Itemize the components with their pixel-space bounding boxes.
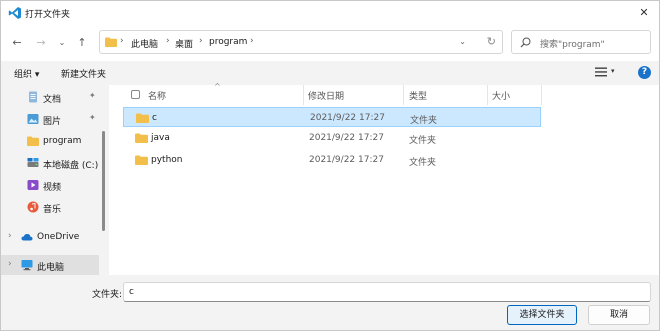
search-box[interactable]: 搜索"program" [511,30,651,54]
chevron-right-icon[interactable]: › [8,259,12,269]
breadcrumb-separator: › [250,36,254,46]
sidebar-item-program[interactable]: program [1,131,99,151]
column-divider[interactable] [487,85,488,105]
sidebar-scrollbar[interactable] [102,131,105,231]
music-icon [27,201,39,213]
back-button[interactable]: ← [9,35,25,51]
folder-label: 文件夹: [92,290,123,300]
column-header-type[interactable]: 类型 [409,89,427,102]
table-row[interactable]: java 2021/9/22 17:27 文件夹 [123,128,541,148]
breadcrumb-program[interactable]: program [209,37,247,47]
column-divider[interactable] [403,85,404,105]
computer-icon [21,260,33,271]
breadcrumb-separator: › [166,36,170,46]
list-view-icon[interactable] [595,67,607,77]
new-folder-button[interactable]: 新建文件夹 [61,67,106,80]
image-icon [27,114,39,124]
view-options-dropdown[interactable]: ▾ [611,67,615,75]
cloud-icon [21,234,33,241]
column-headers: ^ 名称 修改日期 类型 大小 [109,82,659,105]
breadcrumb-separator: › [199,36,203,46]
sort-ascending-icon: ^ [214,82,221,91]
sidebar-item-label: 图片 [43,117,62,127]
breadcrumb-this-pc[interactable]: 此电脑 [131,37,158,50]
folder-input[interactable] [123,282,651,302]
sidebar-item-label: OneDrive [37,232,80,242]
sidebar-item-pictures[interactable]: 图片 ✦ [1,109,99,129]
window-title: 打开文件夹 [25,10,71,20]
file-name: python [151,155,183,165]
navigation-bar: ← → ⌄ ↑ › 此电脑 › 桌面 › program › ⌄ ↻ 搜索"pr… [1,25,659,61]
help-button[interactable]: ? [638,66,651,79]
select-folder-button[interactable]: 选择文件夹 [507,305,577,325]
search-placeholder: 搜索"program" [540,40,605,50]
address-bar[interactable]: › 此电脑 › 桌面 › program › ⌄ ↻ [99,30,503,54]
file-modified: 2021/9/22 17:27 [309,155,384,165]
sidebar-item-label: 本地磁盘 (C:) [43,161,99,171]
folder-icon [135,155,148,165]
table-row[interactable]: c 2021/9/22 17:27 文件夹 [123,107,541,127]
file-type: 文件夹 [409,136,437,146]
table-row[interactable]: python 2021/9/22 17:27 文件夹 [123,150,541,170]
organize-button[interactable]: 组织 ▾ [14,67,39,80]
video-icon [27,180,39,190]
file-type: 文件夹 [409,158,437,168]
command-bar: 组织 ▾ 新建文件夹 ▾ ? [1,61,659,85]
column-header-modified[interactable]: 修改日期 [308,89,344,102]
column-divider[interactable] [303,85,304,105]
file-modified: 2021/9/22 17:27 [310,113,385,123]
up-button[interactable]: ↑ [74,35,90,51]
sidebar-item-this-pc[interactable]: › 此电脑 [1,255,99,275]
vscode-icon [8,7,21,19]
folder-icon [105,37,117,47]
search-icon [520,37,531,48]
sidebar-item-onedrive[interactable]: › OneDrive [1,227,99,247]
recent-locations-button[interactable]: ⌄ [54,35,70,51]
sidebar-item-music[interactable]: 音乐 [1,197,99,217]
sidebar-item-label: program [43,136,82,146]
refresh-button[interactable]: ↻ [487,35,496,48]
column-header-name[interactable]: 名称 [148,89,166,102]
drive-icon [27,158,39,167]
sidebar-item-documents[interactable]: 文档 ✦ [1,87,99,107]
breadcrumb-desktop[interactable]: 桌面 [175,37,193,50]
folder-icon [27,136,39,146]
open-folder-dialog: 打开文件夹 ✕ ← → ⌄ ↑ › 此电脑 › 桌面 › program › ⌄… [0,0,660,331]
folder-icon [135,133,148,143]
pin-icon: ✦ [89,91,96,100]
navigation-pane: 文档 ✦ 图片 ✦ program 本地磁盘 (C:) 视频 音乐 › OneD… [1,85,105,275]
sidebar-item-label: 音乐 [43,205,62,215]
column-header-size[interactable]: 大小 [492,89,510,102]
select-all-checkbox[interactable] [131,90,140,99]
column-divider[interactable] [541,85,542,105]
breadcrumb-separator: › [120,36,124,46]
pin-icon: ✦ [89,113,96,122]
file-name: java [151,133,170,143]
dialog-footer: 文件夹: 选择文件夹 取消 [1,275,659,330]
cancel-button[interactable]: 取消 [588,305,650,325]
forward-button[interactable]: → [33,35,49,51]
file-modified: 2021/9/22 17:27 [309,133,384,143]
title-bar: 打开文件夹 ✕ [1,1,659,25]
sidebar-item-label: 视频 [43,183,62,193]
chevron-right-icon[interactable]: › [8,231,12,241]
file-type: 文件夹 [410,116,438,126]
sidebar-item-label: 文档 [43,95,62,105]
sidebar-item-label: 此电脑 [37,263,65,273]
address-dropdown-button[interactable]: ⌄ [459,37,466,46]
sidebar-item-videos[interactable]: 视频 [1,175,99,195]
file-list: ^ 名称 修改日期 类型 大小 c 2021/9/22 17:27 文件夹 ja… [109,82,659,275]
document-icon [29,91,37,103]
file-name: c [152,113,157,123]
folder-icon [136,113,149,123]
close-button[interactable]: ✕ [635,5,653,21]
sidebar-item-local-disk[interactable]: 本地磁盘 (C:) [1,153,99,173]
